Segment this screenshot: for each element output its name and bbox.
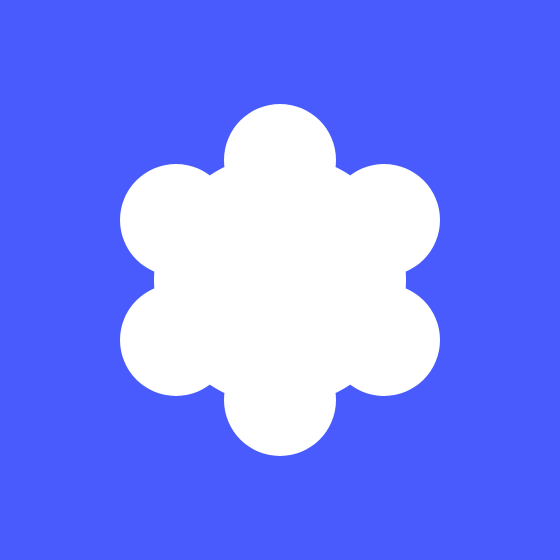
app-icon-graphic [0,0,560,560]
blob-lobe-bottom [224,344,336,456]
blob-lobe-bottom-right [328,284,440,396]
blob-lobe-top [224,104,336,216]
blob-lobe-bottom-left [120,284,232,396]
blob-lobe-top-left [120,164,232,276]
blob-lobe-top-right [328,164,440,276]
app-icon [0,0,560,560]
